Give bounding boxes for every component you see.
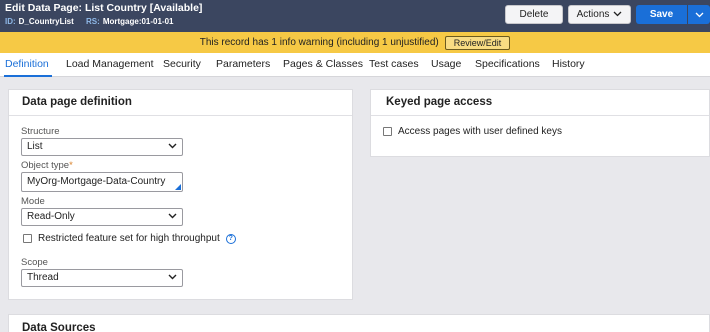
keyed-access-label: Access pages with user defined keys xyxy=(398,126,562,137)
keyed-access-row: Access pages with user defined keys xyxy=(383,126,562,137)
chevron-down-icon xyxy=(613,10,622,19)
structure-label: Structure xyxy=(21,126,60,137)
chevron-down-icon xyxy=(168,211,177,221)
panel-divider xyxy=(9,115,352,116)
tab-definition[interactable]: Definition xyxy=(5,58,49,70)
data-page-definition-panel: Data page definition Structure List Obje… xyxy=(8,89,353,300)
tab-load-management[interactable]: Load Management xyxy=(66,58,154,70)
tab-test-cases[interactable]: Test cases xyxy=(369,58,419,70)
tab-history[interactable]: History xyxy=(552,58,585,70)
restricted-feature-checkbox[interactable] xyxy=(23,234,32,243)
scope-select[interactable]: Thread xyxy=(21,269,183,287)
structure-select[interactable]: List xyxy=(21,138,183,156)
tab-security[interactable]: Security xyxy=(163,58,201,70)
warning-banner: This record has 1 info warning (includin… xyxy=(0,32,710,53)
chevron-down-icon xyxy=(168,141,177,151)
panel-divider xyxy=(371,115,709,116)
actions-button[interactable]: Actions xyxy=(568,5,631,24)
object-type-value: MyOrg-Mortgage-Data-Country xyxy=(27,176,166,187)
scope-label: Scope xyxy=(21,257,48,268)
record-title: Edit Data Page: List Country [Available] xyxy=(5,2,202,14)
tab-pages-classes[interactable]: Pages & Classes xyxy=(283,58,363,70)
help-icon[interactable]: ? xyxy=(225,233,236,244)
delete-button[interactable]: Delete xyxy=(505,5,563,24)
rs-label: RS: xyxy=(86,17,100,26)
save-button[interactable]: Save xyxy=(636,5,687,24)
mode-value: Read-Only xyxy=(27,211,75,222)
data-sources-panel: Data Sources xyxy=(8,314,710,332)
id-label: ID: xyxy=(5,17,16,26)
edit-label: Edit xyxy=(5,2,25,14)
restricted-feature-label: Restricted feature set for high throughp… xyxy=(38,233,220,244)
record-meta: ID: D_CountryList RS: Mortgage:01-01-01 xyxy=(5,17,184,26)
chevron-down-icon xyxy=(695,10,704,20)
scope-value: Thread xyxy=(27,272,59,283)
object-type-label: Object type* xyxy=(21,160,73,171)
autocomplete-indicator-icon xyxy=(175,184,181,190)
warning-text: This record has 1 info warning (includin… xyxy=(199,37,439,48)
mode-label: Mode xyxy=(21,196,45,207)
rs-value[interactable]: Mortgage:01-01-01 xyxy=(103,17,174,26)
record-header: Edit Data Page: List Country [Available]… xyxy=(0,0,710,32)
id-value: D_CountryList xyxy=(18,17,74,26)
mode-select[interactable]: Read-Only xyxy=(21,208,183,226)
object-type-label-text: Object type xyxy=(21,160,70,171)
tab-bar: Definition Load Management Security Para… xyxy=(0,53,710,77)
actions-label: Actions xyxy=(576,9,610,20)
save-options-button[interactable] xyxy=(688,5,710,24)
chevron-down-icon xyxy=(168,272,177,282)
keyed-access-checkbox[interactable] xyxy=(383,127,392,136)
restricted-feature-row: Restricted feature set for high throughp… xyxy=(23,233,236,244)
panel-title: Keyed page access xyxy=(386,96,493,108)
review-edit-button[interactable]: Review/Edit xyxy=(444,35,511,50)
active-tab-indicator xyxy=(4,75,52,77)
record-name: Data Page: List Country [Available] xyxy=(27,2,203,14)
tab-usage[interactable]: Usage xyxy=(431,58,461,70)
structure-value: List xyxy=(27,141,43,152)
tab-parameters[interactable]: Parameters xyxy=(216,58,270,70)
panel-title: Data Sources xyxy=(22,322,96,332)
object-type-input[interactable]: MyOrg-Mortgage-Data-Country xyxy=(21,172,183,192)
required-marker: * xyxy=(69,160,73,171)
panel-title: Data page definition xyxy=(22,96,132,108)
tab-specifications[interactable]: Specifications xyxy=(475,58,540,70)
keyed-page-access-panel: Keyed page access Access pages with user… xyxy=(370,89,710,157)
